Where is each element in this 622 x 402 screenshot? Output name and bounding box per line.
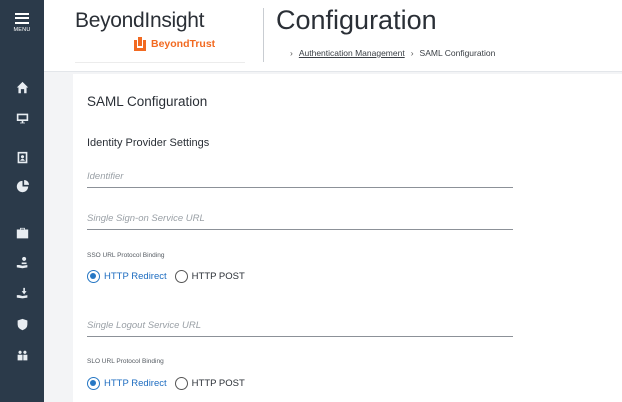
id-card-icon xyxy=(17,151,27,163)
nav-analytics[interactable] xyxy=(0,172,44,200)
slo-binding-http-post[interactable]: HTTP POST xyxy=(174,377,245,390)
app-name: BeyondInsight xyxy=(75,9,205,32)
identifier-field[interactable] xyxy=(87,166,513,187)
briefcase-icon xyxy=(16,227,28,238)
nav-jobs[interactable] xyxy=(0,219,44,247)
header: BeyondInsight BeyondTrust Configuration … xyxy=(44,0,622,72)
download-hand-icon xyxy=(16,287,27,298)
nav-deploy[interactable] xyxy=(0,279,44,307)
menu-label: MENU xyxy=(13,27,31,34)
beyondtrust-logo-icon xyxy=(134,37,146,51)
breadcrumb-current: SAML Configuration xyxy=(419,48,496,58)
logo-underline xyxy=(75,62,245,63)
chart-icon xyxy=(16,179,29,192)
user-hand-icon xyxy=(16,256,27,268)
radio-unselected-icon xyxy=(174,270,188,283)
sso-url-field[interactable] xyxy=(87,208,513,229)
sso-binding-label: SSO URL Protocol Binding xyxy=(87,252,165,259)
chevron-right-icon: › xyxy=(410,48,414,58)
radio-label: HTTP Redirect xyxy=(104,378,167,389)
slo-url-field-wrap xyxy=(87,315,513,337)
sso-binding-radio-group: HTTP Redirect HTTP POST xyxy=(87,270,253,283)
radio-selected-icon xyxy=(87,270,100,283)
slo-binding-label: SLO URL Protocol Binding xyxy=(87,358,164,365)
hamburger-icon xyxy=(15,12,29,27)
page-title: Configuration xyxy=(276,5,437,35)
radio-label: HTTP Redirect xyxy=(104,271,167,282)
sso-url-field-wrap xyxy=(87,208,513,230)
nav-security[interactable] xyxy=(0,310,44,338)
radio-selected-icon xyxy=(87,377,100,390)
brand-name: BeyondTrust xyxy=(151,38,216,50)
nav-groups[interactable] xyxy=(0,341,44,369)
nav-home[interactable] xyxy=(0,73,44,101)
section-title: Identity Provider Settings xyxy=(87,137,210,149)
brand-logo: BeyondTrust xyxy=(134,37,215,51)
header-divider xyxy=(263,8,264,62)
slo-url-field[interactable] xyxy=(87,315,513,336)
home-icon xyxy=(16,81,28,93)
saml-configuration-panel: SAML Configuration Identity Provider Set… xyxy=(73,74,622,402)
identifier-field-wrap xyxy=(87,166,513,188)
radio-label: HTTP POST xyxy=(191,378,245,389)
menu-button[interactable]: MENU xyxy=(0,0,44,46)
nav-identities[interactable] xyxy=(0,143,44,171)
breadcrumb-authentication-management[interactable]: Authentication Management xyxy=(299,48,405,58)
slo-binding-radio-group: HTTP Redirect HTTP POST xyxy=(87,377,253,390)
shield-icon xyxy=(17,318,27,330)
nav-users[interactable] xyxy=(0,248,44,276)
sso-binding-http-redirect[interactable]: HTTP Redirect xyxy=(87,270,167,283)
breadcrumb: › Authentication Management › SAML Confi… xyxy=(284,48,495,58)
nav-assets[interactable] xyxy=(0,104,44,132)
slo-binding-http-redirect[interactable]: HTTP Redirect xyxy=(87,377,167,390)
monitor-icon xyxy=(16,113,28,123)
radio-label: HTTP POST xyxy=(191,271,245,282)
sidebar: MENU xyxy=(0,0,44,402)
chevron-right-icon: › xyxy=(290,48,293,58)
sso-binding-http-post[interactable]: HTTP POST xyxy=(174,270,245,283)
app-root: MENU BeyondInsight BeyondTrust Configura… xyxy=(0,0,622,402)
users-icon xyxy=(17,350,27,360)
panel-title: SAML Configuration xyxy=(87,94,208,109)
radio-unselected-icon xyxy=(174,377,188,390)
